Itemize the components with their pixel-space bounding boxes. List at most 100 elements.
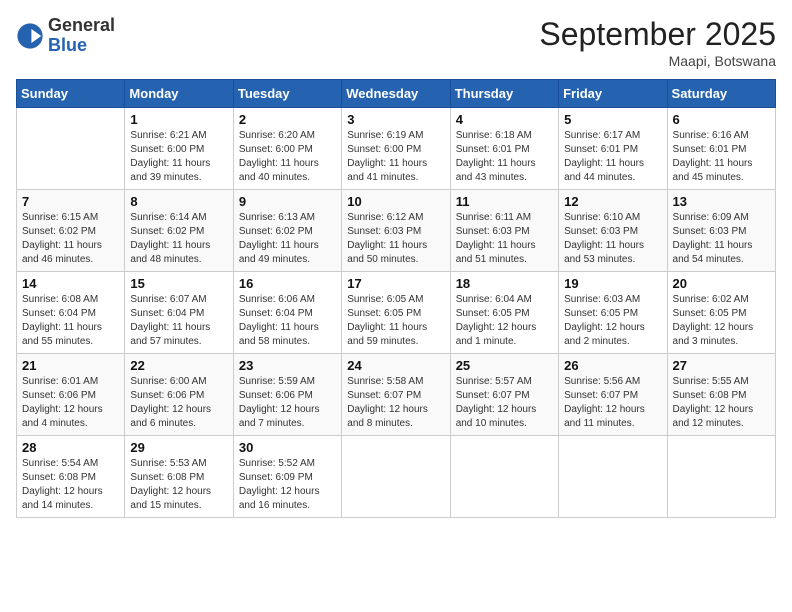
day-number: 26 (564, 358, 661, 373)
day-number: 18 (456, 276, 553, 291)
calendar-cell (17, 108, 125, 190)
calendar-cell: 13 Sunrise: 6:09 AM Sunset: 6:03 PM Dayli… (667, 190, 775, 272)
calendar-cell: 3 Sunrise: 6:19 AM Sunset: 6:00 PM Daylig… (342, 108, 450, 190)
weekday-header-wednesday: Wednesday (342, 80, 450, 108)
weekday-header-tuesday: Tuesday (233, 80, 341, 108)
day-number: 4 (456, 112, 553, 127)
logo-general-text: General (48, 16, 115, 36)
day-info: Sunrise: 6:14 AM Sunset: 6:02 PM Dayligh… (130, 211, 227, 267)
day-number: 6 (673, 112, 770, 127)
calendar-cell: 28 Sunrise: 5:54 AM Sunset: 6:08 PM Dayli… (17, 436, 125, 518)
day-number: 19 (564, 276, 661, 291)
week-row-2: 7 Sunrise: 6:15 AM Sunset: 6:02 PM Daylig… (17, 190, 776, 272)
week-row-4: 21 Sunrise: 6:01 AM Sunset: 6:06 PM Dayli… (17, 354, 776, 436)
day-number: 20 (673, 276, 770, 291)
week-row-1: 1 Sunrise: 6:21 AM Sunset: 6:00 PM Daylig… (17, 108, 776, 190)
calendar-cell: 5 Sunrise: 6:17 AM Sunset: 6:01 PM Daylig… (559, 108, 667, 190)
calendar-cell: 15Sunrise: 6:07 AM Sunset: 6:04 PM Dayli… (125, 272, 233, 354)
day-info: Sunrise: 5:58 AM Sunset: 6:07 PM Dayligh… (347, 375, 444, 431)
weekday-header-friday: Friday (559, 80, 667, 108)
day-info: Sunrise: 5:54 AM Sunset: 6:08 PM Dayligh… (22, 457, 119, 513)
day-info: Sunrise: 6:17 AM Sunset: 6:01 PM Dayligh… (564, 129, 661, 185)
day-info: Sunrise: 6:20 AM Sunset: 6:00 PM Dayligh… (239, 129, 336, 185)
day-number: 22 (130, 358, 227, 373)
day-number: 25 (456, 358, 553, 373)
day-number: 8 (130, 194, 227, 209)
calendar-cell: 30 Sunrise: 5:52 AM Sunset: 6:09 PM Dayli… (233, 436, 341, 518)
day-info: Sunrise: 6:08 AM Sunset: 6:04 PM Dayligh… (22, 293, 119, 349)
logo-icon (16, 22, 44, 50)
calendar-cell: 18 Sunrise: 6:04 AM Sunset: 6:05 PM Dayli… (450, 272, 558, 354)
day-number: 15 (130, 276, 227, 291)
logo-blue-text: Blue (48, 36, 115, 56)
day-info: Sunrise: 6:06 AM Sunset: 6:04 PM Dayligh… (239, 293, 336, 349)
page-header: General Blue September 2025 Maapi, Botsw… (16, 16, 776, 69)
calendar-cell: 12Sunrise: 6:10 AM Sunset: 6:03 PM Dayli… (559, 190, 667, 272)
calendar-cell: 23Sunrise: 5:59 AM Sunset: 6:06 PM Dayli… (233, 354, 341, 436)
calendar-cell (450, 436, 558, 518)
day-number: 9 (239, 194, 336, 209)
day-number: 14 (22, 276, 119, 291)
calendar-cell: 6 Sunrise: 6:16 AM Sunset: 6:01 PM Daylig… (667, 108, 775, 190)
day-info: Sunrise: 5:59 AM Sunset: 6:06 PM Dayligh… (239, 375, 336, 431)
day-info: Sunrise: 6:01 AM Sunset: 6:06 PM Dayligh… (22, 375, 119, 431)
calendar-cell: 25 Sunrise: 5:57 AM Sunset: 6:07 PM Dayli… (450, 354, 558, 436)
day-number: 3 (347, 112, 444, 127)
calendar-cell: 7 Sunrise: 6:15 AM Sunset: 6:02 PM Daylig… (17, 190, 125, 272)
day-number: 21 (22, 358, 119, 373)
calendar-cell (667, 436, 775, 518)
calendar-cell: 8 Sunrise: 6:14 AM Sunset: 6:02 PM Daylig… (125, 190, 233, 272)
day-info: Sunrise: 6:05 AM Sunset: 6:05 PM Dayligh… (347, 293, 444, 349)
day-number: 27 (673, 358, 770, 373)
calendar-cell: 11 Sunrise: 6:11 AM Sunset: 6:03 PM Dayli… (450, 190, 558, 272)
day-number: 13 (673, 194, 770, 209)
day-number: 5 (564, 112, 661, 127)
day-info: Sunrise: 6:13 AM Sunset: 6:02 PM Dayligh… (239, 211, 336, 267)
day-info: Sunrise: 6:03 AM Sunset: 6:05 PM Dayligh… (564, 293, 661, 349)
day-info: Sunrise: 6:19 AM Sunset: 6:00 PM Dayligh… (347, 129, 444, 185)
day-info: Sunrise: 6:15 AM Sunset: 6:02 PM Dayligh… (22, 211, 119, 267)
day-info: Sunrise: 6:21 AM Sunset: 6:00 PM Dayligh… (130, 129, 227, 185)
day-info: Sunrise: 6:00 AM Sunset: 6:06 PM Dayligh… (130, 375, 227, 431)
day-number: 10 (347, 194, 444, 209)
day-number: 1 (130, 112, 227, 127)
weekday-header-sunday: Sunday (17, 80, 125, 108)
calendar-cell: 20Sunrise: 6:02 AM Sunset: 6:05 PM Dayli… (667, 272, 775, 354)
calendar-cell: 4 Sunrise: 6:18 AM Sunset: 6:01 PM Daylig… (450, 108, 558, 190)
calendar-cell: 2Sunrise: 6:20 AM Sunset: 6:00 PM Daylig… (233, 108, 341, 190)
calendar-cell: 24 Sunrise: 5:58 AM Sunset: 6:07 PM Dayli… (342, 354, 450, 436)
logo-text: General Blue (48, 16, 115, 56)
day-number: 17 (347, 276, 444, 291)
day-number: 11 (456, 194, 553, 209)
day-number: 24 (347, 358, 444, 373)
day-number: 16 (239, 276, 336, 291)
day-info: Sunrise: 5:55 AM Sunset: 6:08 PM Dayligh… (673, 375, 770, 431)
day-info: Sunrise: 6:09 AM Sunset: 6:03 PM Dayligh… (673, 211, 770, 267)
calendar-cell: 14 Sunrise: 6:08 AM Sunset: 6:04 PM Dayli… (17, 272, 125, 354)
day-info: Sunrise: 6:18 AM Sunset: 6:01 PM Dayligh… (456, 129, 553, 185)
calendar-cell (342, 436, 450, 518)
day-number: 30 (239, 440, 336, 455)
day-info: Sunrise: 6:04 AM Sunset: 6:05 PM Dayligh… (456, 293, 553, 349)
day-info: Sunrise: 5:56 AM Sunset: 6:07 PM Dayligh… (564, 375, 661, 431)
day-info: Sunrise: 5:57 AM Sunset: 6:07 PM Dayligh… (456, 375, 553, 431)
weekday-header-thursday: Thursday (450, 80, 558, 108)
day-number: 28 (22, 440, 119, 455)
weekday-header-monday: Monday (125, 80, 233, 108)
calendar-cell: 22 Sunrise: 6:00 AM Sunset: 6:06 PM Dayli… (125, 354, 233, 436)
day-number: 7 (22, 194, 119, 209)
day-number: 12 (564, 194, 661, 209)
day-info: Sunrise: 6:12 AM Sunset: 6:03 PM Dayligh… (347, 211, 444, 267)
calendar-cell: 1 Sunrise: 6:21 AM Sunset: 6:00 PM Daylig… (125, 108, 233, 190)
day-info: Sunrise: 6:11 AM Sunset: 6:03 PM Dayligh… (456, 211, 553, 267)
day-info: Sunrise: 6:16 AM Sunset: 6:01 PM Dayligh… (673, 129, 770, 185)
calendar-cell: 9 Sunrise: 6:13 AM Sunset: 6:02 PM Daylig… (233, 190, 341, 272)
logo: General Blue (16, 16, 115, 56)
calendar-cell: 17 Sunrise: 6:05 AM Sunset: 6:05 PM Dayli… (342, 272, 450, 354)
calendar-table: SundayMondayTuesdayWednesdayThursdayFrid… (16, 79, 776, 518)
calendar-cell (559, 436, 667, 518)
weekday-header-saturday: Saturday (667, 80, 775, 108)
day-info: Sunrise: 5:53 AM Sunset: 6:08 PM Dayligh… (130, 457, 227, 513)
calendar-cell: 26 Sunrise: 5:56 AM Sunset: 6:07 PM Dayli… (559, 354, 667, 436)
day-info: Sunrise: 5:52 AM Sunset: 6:09 PM Dayligh… (239, 457, 336, 513)
